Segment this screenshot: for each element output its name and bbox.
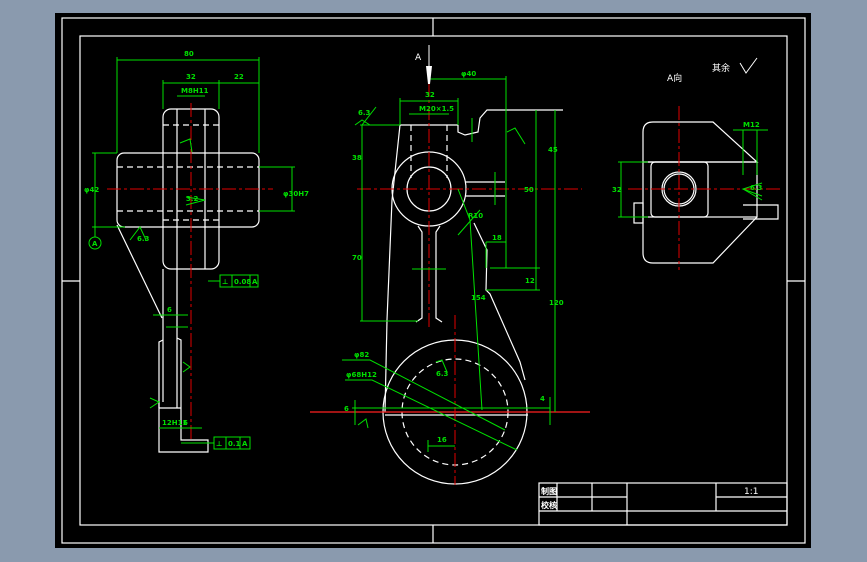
tolerance-symbol: ⊥ bbox=[216, 440, 222, 448]
surface-note: 其余 bbox=[712, 62, 730, 74]
title-block-label: 校核 bbox=[541, 500, 557, 510]
dim-text: 6 bbox=[344, 405, 349, 413]
view-label: A bbox=[415, 53, 422, 63]
tolerance-datum: A bbox=[242, 440, 248, 448]
cad-drawing-viewport[interactable]: 80 32 22 M8H11 φ42 φ30H7 3.2 6.3 6 12H11… bbox=[0, 0, 867, 562]
dim-text: M8H11 bbox=[181, 87, 209, 95]
title-block-label: 制图 bbox=[541, 486, 557, 496]
tolerance-datum: A bbox=[252, 278, 258, 286]
dim-text: 38 bbox=[352, 154, 362, 162]
datum-label: A bbox=[92, 240, 98, 248]
dim-text: 6.3 bbox=[750, 184, 763, 192]
dim-text: 70 bbox=[352, 254, 362, 262]
dim-text: 6.3 bbox=[436, 370, 449, 378]
dim-text: 18 bbox=[492, 234, 502, 242]
dim-text: 4 bbox=[540, 395, 545, 403]
tolerance-value: 0.08 bbox=[234, 278, 251, 286]
dim-text: φ82 bbox=[354, 351, 369, 359]
dim-text: 32 bbox=[425, 91, 435, 99]
dim-text: 16 bbox=[437, 436, 447, 444]
dim-text: 6 bbox=[167, 306, 172, 314]
dim-text: φ30H7 bbox=[283, 190, 309, 198]
dim-text: φ40 bbox=[461, 70, 476, 78]
tolerance-value: 0.1 bbox=[228, 440, 241, 448]
dim-text: 3.2 bbox=[186, 195, 199, 203]
dim-text: φ42 bbox=[84, 186, 99, 194]
dim-text: 80 bbox=[184, 50, 194, 58]
dim-text: φ68H12 bbox=[346, 371, 377, 379]
drawing-canvas[interactable]: 80 32 22 M8H11 φ42 φ30H7 3.2 6.3 6 12H11… bbox=[0, 0, 867, 562]
tolerance-symbol: ⊥ bbox=[222, 278, 228, 286]
scale-value: 1:1 bbox=[744, 487, 758, 497]
dim-text: 22 bbox=[234, 73, 244, 81]
dim-text: 50 bbox=[524, 186, 534, 194]
dim-text: R10 bbox=[468, 212, 483, 220]
dim-text: 6.3 bbox=[137, 235, 150, 243]
dim-text: 45 bbox=[548, 146, 558, 154]
dim-text: 120 bbox=[549, 299, 564, 307]
dim-text: M12 bbox=[743, 121, 760, 129]
dim-text: M20×1.5 bbox=[419, 105, 454, 113]
dim-text: 32 bbox=[612, 186, 622, 194]
view-a-label: A向 bbox=[667, 72, 682, 84]
dim-text: 6 bbox=[183, 419, 188, 427]
dim-text: 12 bbox=[525, 277, 535, 285]
dim-text: 32 bbox=[186, 73, 196, 81]
dim-text: 154 bbox=[471, 294, 486, 302]
dim-text: 6.3 bbox=[358, 109, 371, 117]
